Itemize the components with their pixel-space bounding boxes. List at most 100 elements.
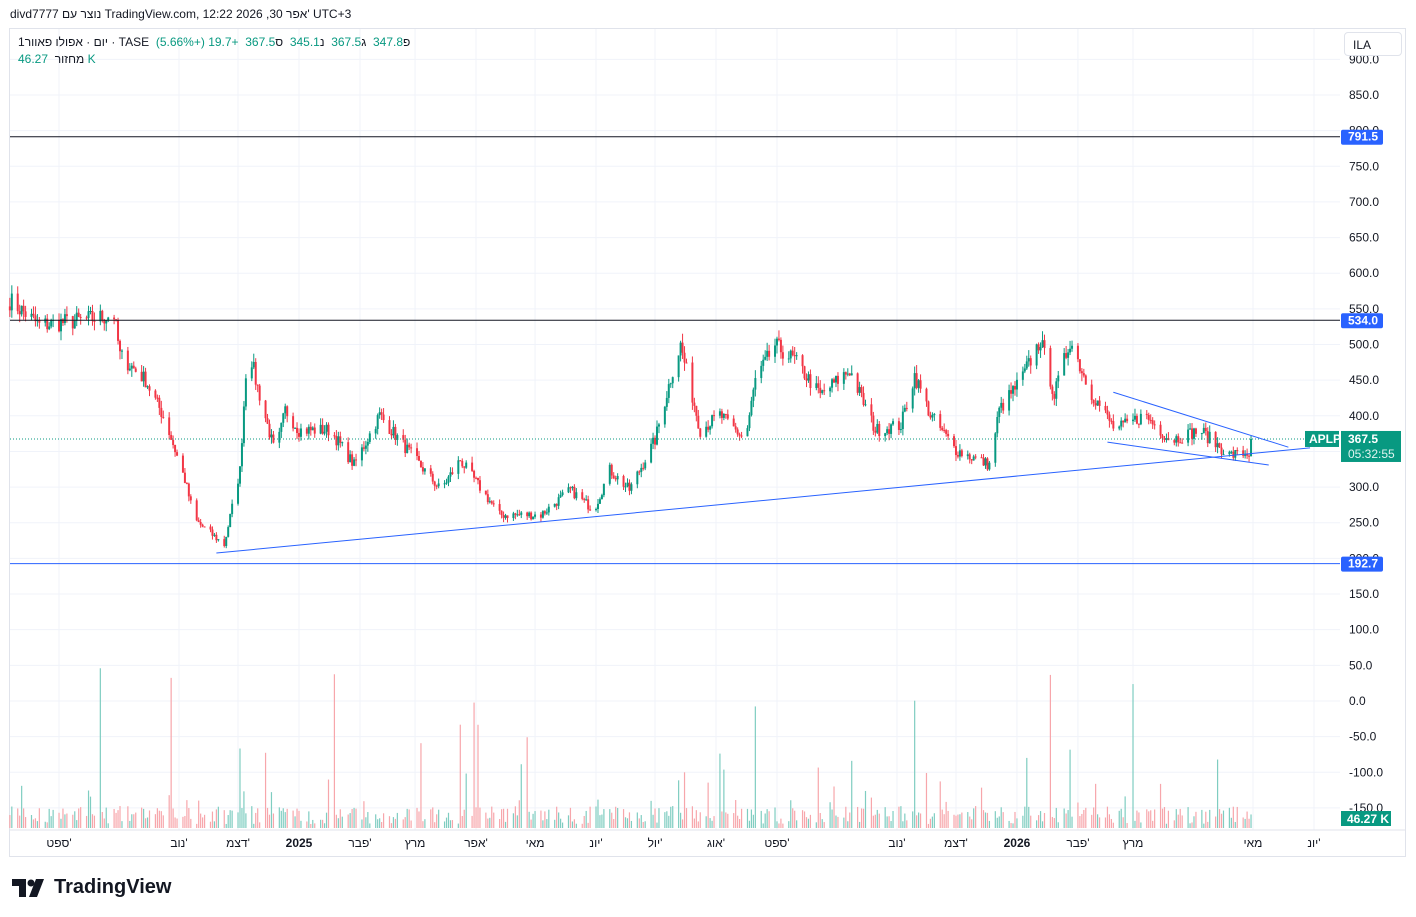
volume-bar (737, 815, 739, 828)
volume-bar (1083, 809, 1085, 828)
volume-bar (805, 817, 808, 828)
candle-body (443, 483, 446, 485)
candle-body (836, 375, 839, 384)
candles (8, 285, 1253, 549)
volume-bar (74, 811, 76, 828)
volume-bar (835, 815, 837, 828)
volume-bar (162, 815, 164, 828)
volume-bar (337, 818, 339, 828)
candle-body (48, 326, 51, 330)
candle-body (113, 317, 116, 320)
candle-body (705, 426, 708, 437)
candle-body (488, 501, 491, 503)
volume-bar (402, 819, 404, 828)
volume-bar (390, 823, 393, 828)
volume-bar (1049, 674, 1051, 828)
candle-body (421, 467, 424, 472)
candle-body (61, 319, 64, 324)
candle-body (905, 407, 908, 409)
volume-bar (418, 811, 420, 828)
candle-body (254, 361, 257, 385)
volume-bar (34, 818, 37, 828)
candle-body (451, 472, 454, 474)
volume-bar (158, 810, 160, 828)
candle-body (93, 320, 96, 322)
tradingview-logo[interactable]: TradingView (12, 876, 171, 899)
volume-bar (1244, 818, 1246, 828)
candle-body (913, 373, 916, 389)
volume-bar (615, 806, 617, 828)
candle-body (1218, 443, 1221, 448)
candle-body (423, 468, 426, 472)
volume-bar (349, 813, 351, 828)
volume-bar (174, 817, 176, 828)
volume-bar (154, 814, 157, 828)
volume-bar (1132, 684, 1134, 828)
volume-bar (203, 814, 206, 828)
time-axis-label: יונ' (589, 836, 602, 850)
volume-bar (1148, 811, 1150, 828)
volume-bar (642, 822, 644, 828)
candle-body (614, 478, 617, 480)
symbol-label[interactable]: 1יום · אפולו פאוור · TASE (18, 35, 149, 49)
volume-bar (705, 816, 707, 828)
volume-bar (1057, 822, 1059, 828)
candle-body (132, 365, 135, 369)
volume-bar (1053, 818, 1055, 828)
volume-bar (1037, 815, 1040, 828)
change-value: +19.7 (+5.66%) (155, 35, 239, 49)
candle-body (1200, 433, 1203, 435)
time-axis-label: מרץ (405, 836, 426, 850)
volume-bar (656, 822, 658, 828)
volume-bar (424, 819, 426, 828)
candle-body (1002, 402, 1005, 411)
candle-body (1090, 384, 1093, 401)
candle-body (795, 355, 798, 357)
currency-button[interactable]: ILA (1344, 32, 1402, 56)
volume-bar (52, 809, 54, 828)
candle-body (388, 420, 391, 434)
candle-body (555, 503, 558, 506)
volume-bar (60, 818, 62, 828)
volume-bar (91, 814, 94, 828)
candle-body (699, 428, 702, 437)
volume-bar (782, 823, 784, 828)
candle-body (71, 316, 74, 329)
candle-body (596, 503, 599, 510)
candle-body (463, 466, 466, 468)
volume-bar (1191, 822, 1193, 828)
candle-body (628, 482, 631, 491)
volume-bar (1014, 811, 1016, 828)
candle-body (777, 338, 780, 340)
candle-body (244, 378, 247, 407)
candle-body (734, 426, 737, 430)
candle-body (526, 512, 529, 517)
volume-bar (1028, 806, 1030, 828)
candle-body (58, 319, 61, 332)
volume-bar (1187, 807, 1189, 828)
candle-body (378, 412, 381, 416)
volume-bar (487, 818, 489, 828)
time-axis-label: אפר' (464, 836, 488, 850)
candle-body (856, 373, 859, 393)
candle-body (1112, 421, 1115, 429)
price-axis-label: 450.0 (1349, 373, 1379, 387)
candle-body (105, 320, 108, 324)
candle-body (319, 424, 322, 434)
candle-body (327, 424, 330, 436)
candle-body (270, 434, 273, 438)
volume-bar (807, 818, 810, 828)
candle-body (878, 423, 881, 437)
candle-body (185, 482, 188, 484)
price-chart[interactable]: 900.0850.0800.0750.0700.0650.0600.0550.0… (0, 0, 1416, 917)
close-label: ס (275, 35, 284, 49)
volume-bar (857, 806, 859, 828)
candle-body (638, 471, 641, 473)
candle-body (349, 454, 352, 463)
candle-body (939, 414, 942, 428)
time-axis-label: נוב' (888, 836, 905, 850)
volume-bar (988, 820, 991, 828)
volume-bar (980, 787, 983, 828)
volume-bar (1093, 807, 1095, 828)
candle-body (709, 426, 712, 430)
